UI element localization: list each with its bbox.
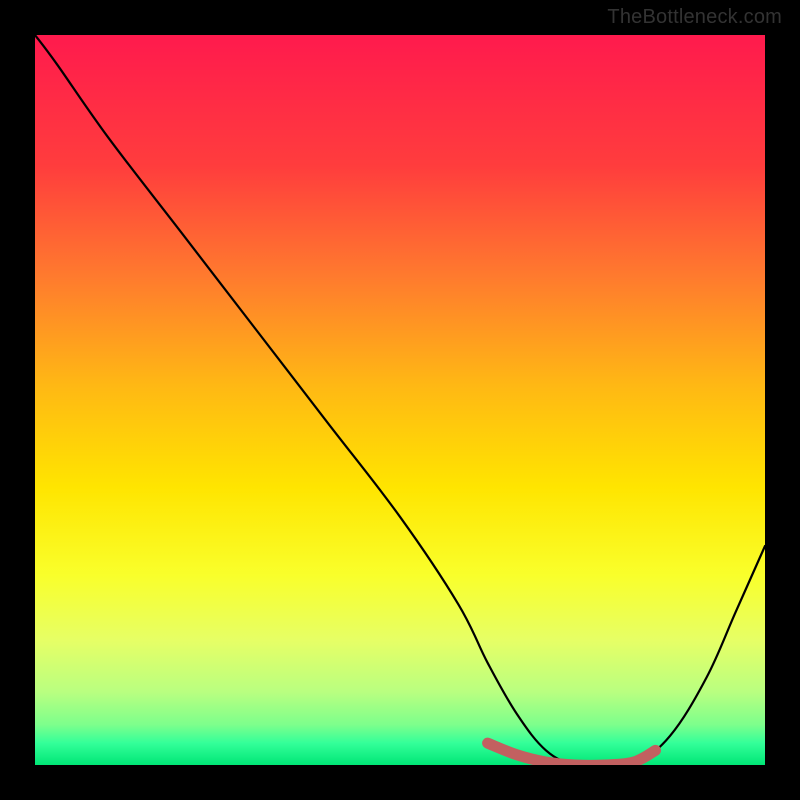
bottleneck-curve xyxy=(35,35,765,765)
chart-svg xyxy=(35,35,765,765)
plot-area xyxy=(35,35,765,765)
optimal-segment xyxy=(488,743,656,765)
chart-stage: TheBottleneck.com xyxy=(0,0,800,800)
watermark-text: TheBottleneck.com xyxy=(607,6,782,29)
